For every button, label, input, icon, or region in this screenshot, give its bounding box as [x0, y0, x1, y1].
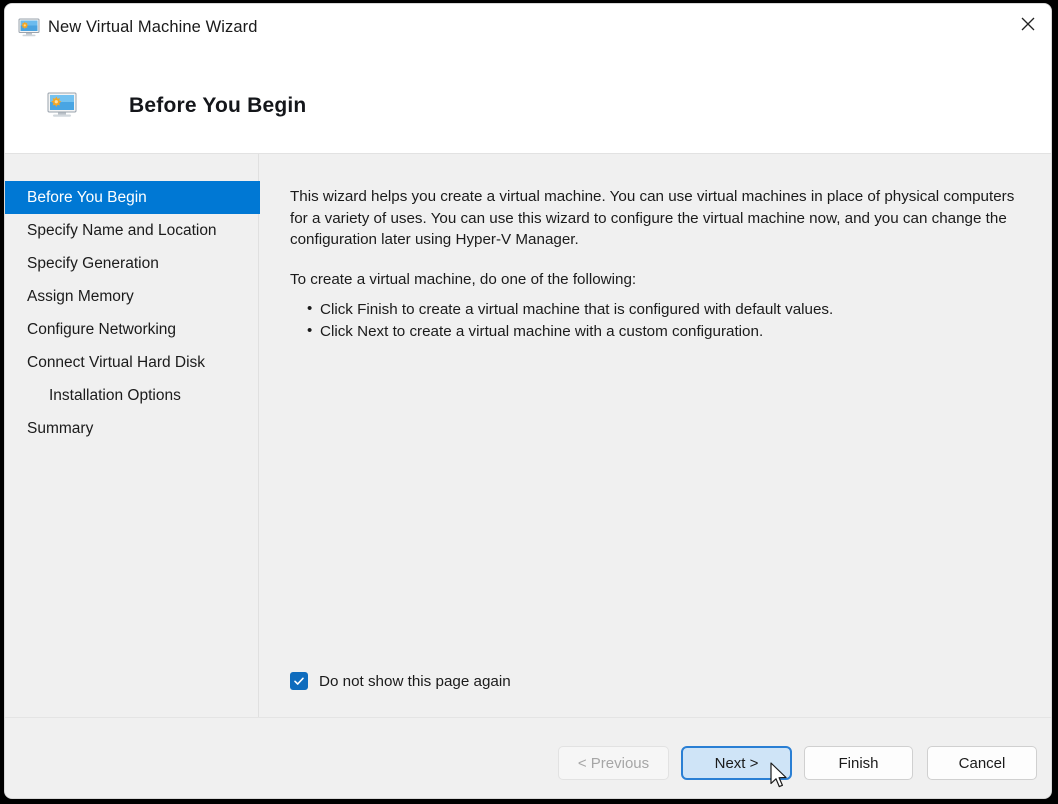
wizard-body: Before You Begin Specify Name and Locati…	[5, 154, 1051, 717]
finish-button[interactable]: Finish	[804, 746, 913, 780]
page-title: Before You Begin	[129, 94, 307, 117]
wizard-step-list: Before You Begin Specify Name and Locati…	[5, 154, 263, 717]
instruction-bullet-list: Click Finish to create a virtual machine…	[290, 298, 1016, 343]
sidebar-item-installation-options[interactable]: Installation Options	[5, 379, 258, 412]
list-item: Click Finish to create a virtual machine…	[307, 298, 1016, 321]
wizard-content-pane: This wizard helps you create a virtual m…	[260, 154, 1051, 717]
sidebar-item-specify-name-and-location[interactable]: Specify Name and Location	[5, 214, 258, 247]
sidebar-item-connect-virtual-hard-disk[interactable]: Connect Virtual Hard Disk	[5, 346, 258, 379]
sidebar-item-assign-memory[interactable]: Assign Memory	[5, 280, 258, 313]
checkbox-checked-icon[interactable]	[290, 672, 308, 690]
close-icon	[1021, 17, 1035, 31]
window-title: New Virtual Machine Wizard	[48, 18, 258, 36]
sidebar-item-summary[interactable]: Summary	[5, 412, 258, 445]
sidebar-item-configure-networking[interactable]: Configure Networking	[5, 313, 258, 346]
sidebar-item-before-you-begin[interactable]: Before You Begin	[5, 181, 263, 214]
title-bar: New Virtual Machine Wizard	[5, 4, 1051, 52]
virtual-machine-monitor-icon	[18, 18, 40, 38]
wizard-header: Before You Begin	[5, 52, 1051, 154]
sidebar-item-specify-generation[interactable]: Specify Generation	[5, 247, 258, 280]
wizard-footer: < Previous Next > Finish Cancel	[5, 717, 1051, 798]
do-not-show-again-checkbox-row[interactable]: Do not show this page again	[290, 672, 511, 690]
next-button[interactable]: Next >	[681, 746, 792, 780]
instruction-paragraph: To create a virtual machine, do one of t…	[290, 270, 637, 288]
cancel-button[interactable]: Cancel	[927, 746, 1037, 780]
checkbox-label: Do not show this page again	[319, 672, 511, 690]
close-button[interactable]	[1005, 4, 1051, 44]
new-virtual-machine-wizard-window: New Virtual Machine Wizard Before You Be…	[4, 3, 1052, 799]
previous-button[interactable]: < Previous	[558, 746, 669, 780]
intro-paragraph: This wizard helps you create a virtual m…	[290, 188, 1015, 248]
list-item: Click Next to create a virtual machine w…	[307, 320, 1016, 343]
virtual-machine-monitor-icon	[47, 92, 77, 119]
